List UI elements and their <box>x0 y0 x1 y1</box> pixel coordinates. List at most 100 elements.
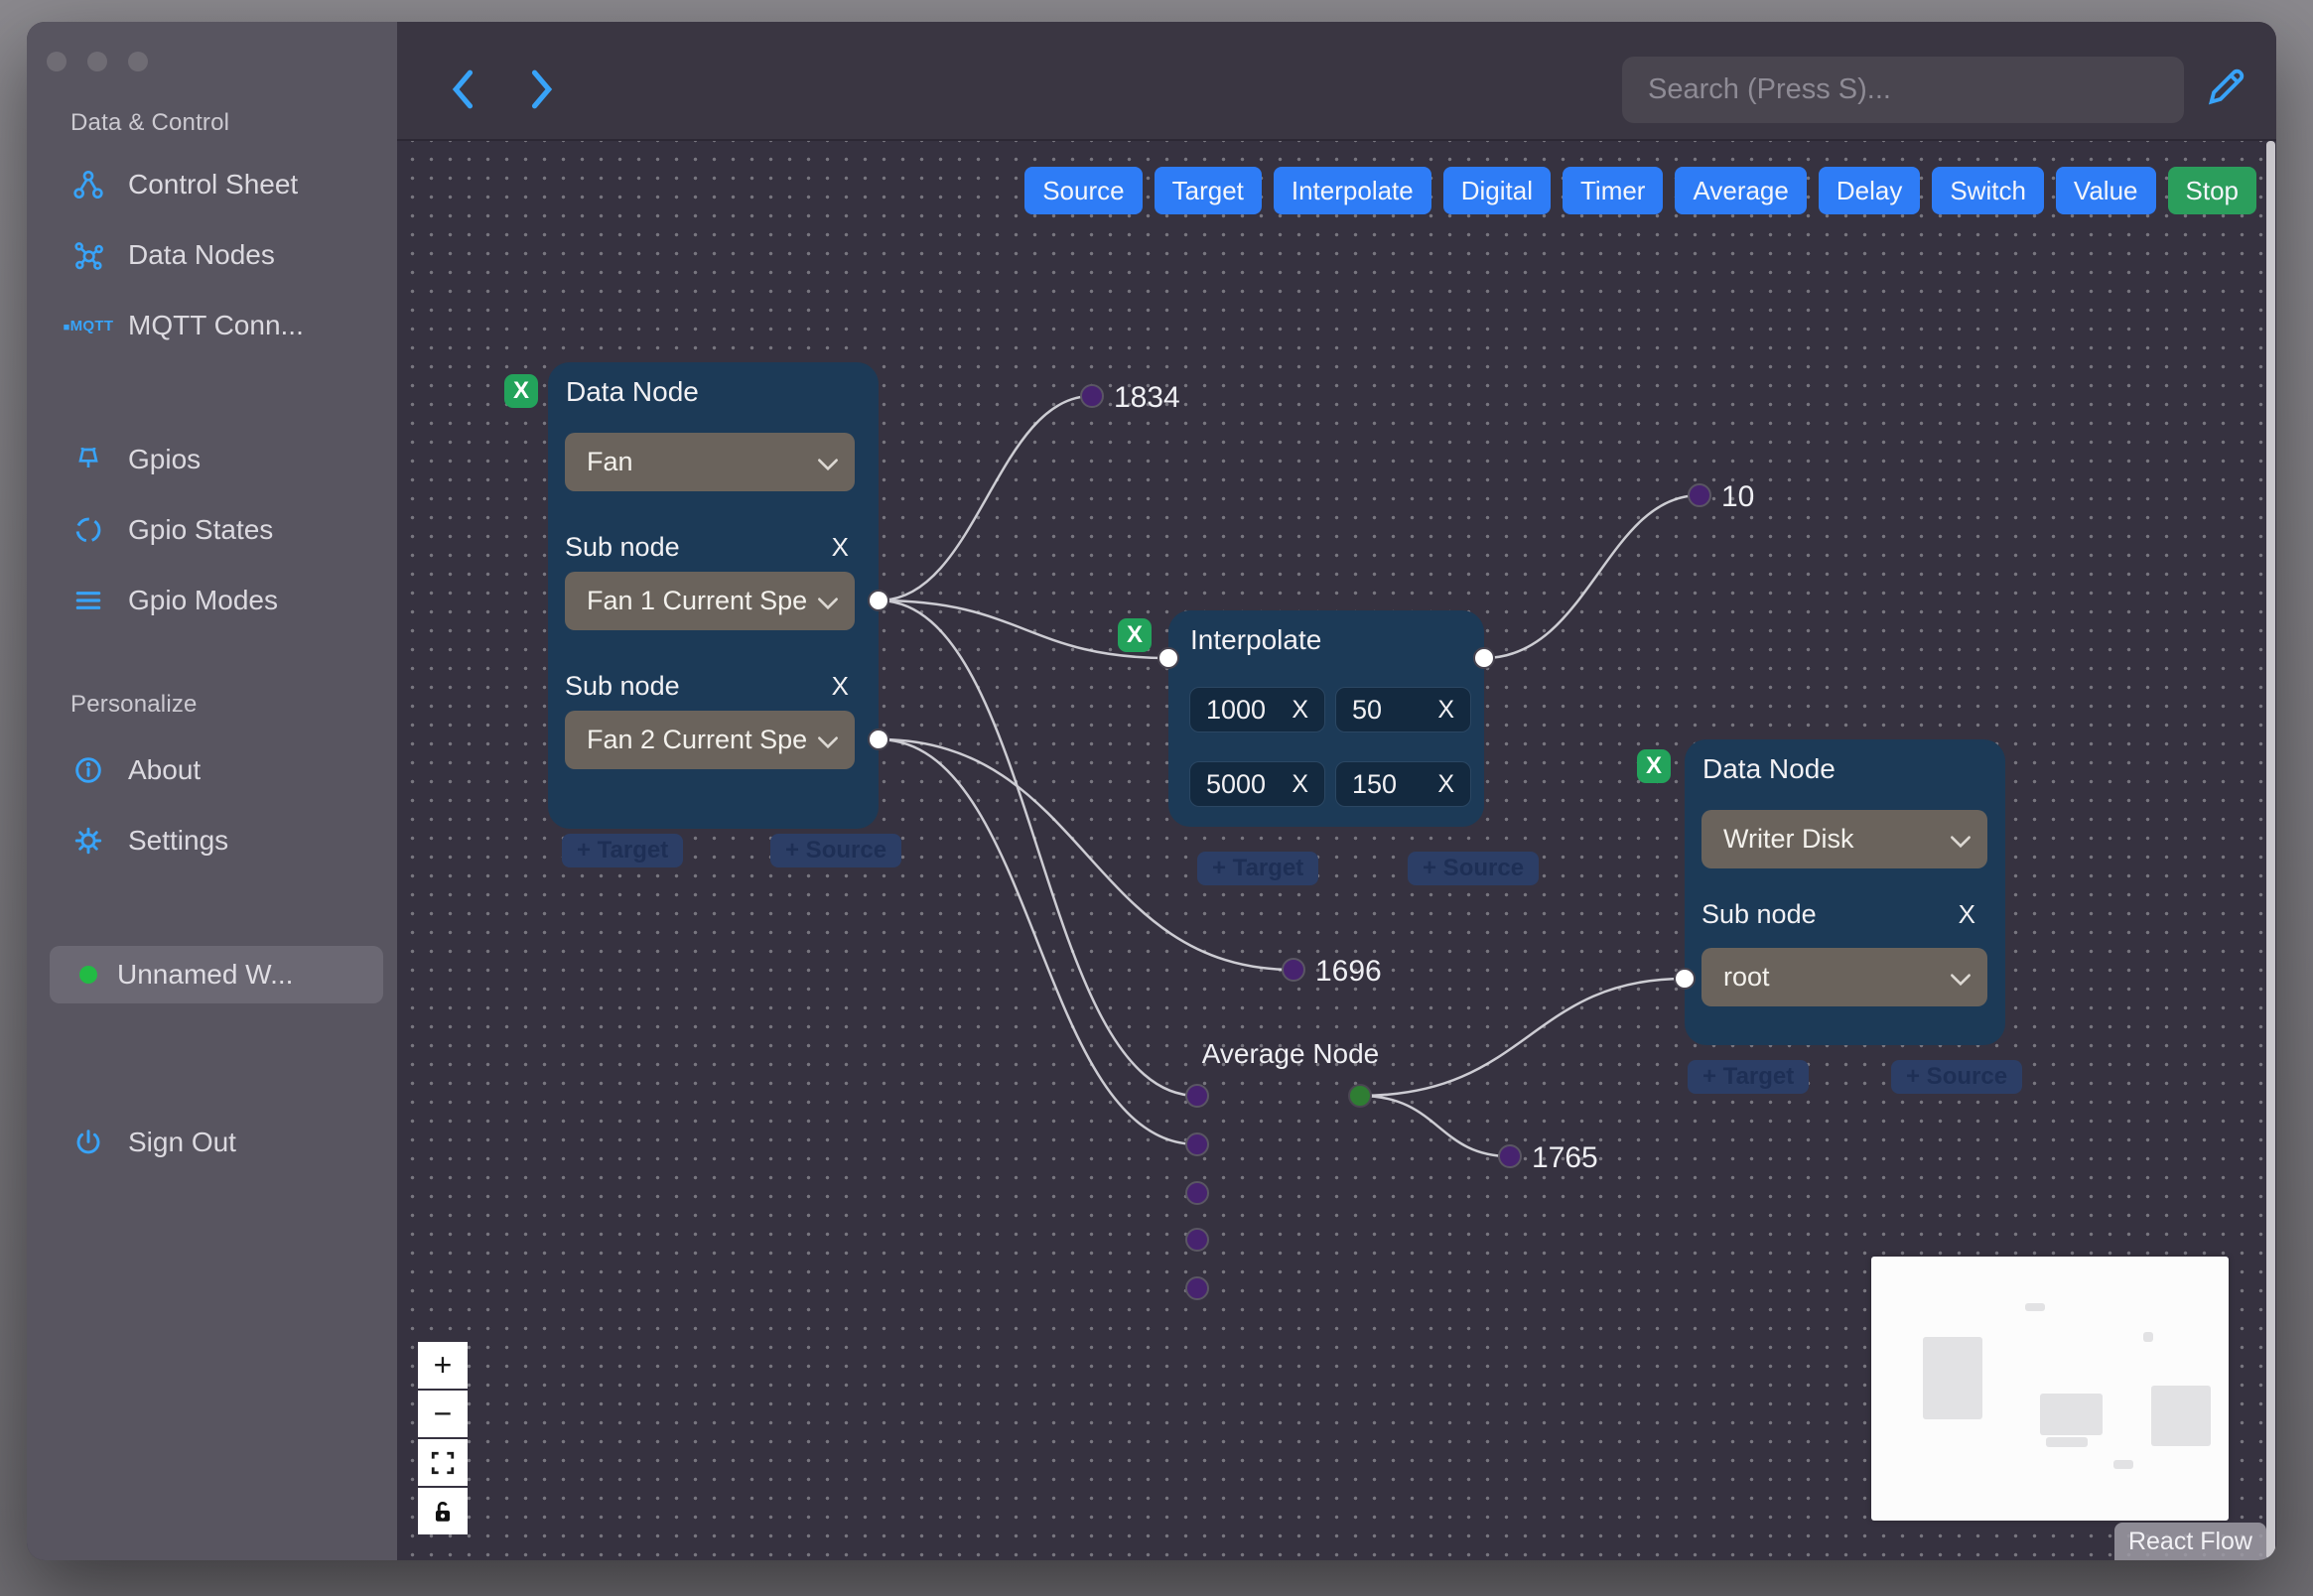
sidebar-item-about[interactable]: About <box>70 748 201 792</box>
node-type-select[interactable]: Writer Disk <box>1701 810 1987 868</box>
subnode-label: Sub node <box>1701 898 1817 929</box>
toolbar-button-delay[interactable]: Delay <box>1818 167 1921 214</box>
toolbar-button-value[interactable]: Value <box>2055 167 2156 214</box>
subnode-select[interactable]: root <box>1701 948 1987 1006</box>
minimap[interactable] <box>1871 1257 2229 1521</box>
interpolate-value[interactable]: 150 X <box>1335 761 1471 807</box>
minimap-node <box>2025 1303 2045 1311</box>
interpolate-value[interactable]: 50 X <box>1335 687 1471 732</box>
fit-view-button[interactable] <box>418 1439 468 1486</box>
delete-node-button[interactable]: X <box>1118 618 1152 652</box>
sidebar-item-gpio-states[interactable]: Gpio States <box>70 508 273 552</box>
sidebar-item-data-nodes[interactable]: Data Nodes <box>70 233 275 277</box>
remove-value-button[interactable]: X <box>1292 770 1308 799</box>
add-source-button[interactable]: + Source <box>1408 852 1540 885</box>
search-input[interactable] <box>1622 57 2184 123</box>
gear-icon <box>70 823 106 859</box>
subnode-select[interactable]: Fan 1 Current Spe <box>565 572 855 630</box>
toolbar-button-switch[interactable]: Switch <box>1932 167 2044 214</box>
average-target-handle[interactable] <box>1185 1276 1209 1300</box>
workspace-status-icon <box>79 966 97 984</box>
data-node-writer[interactable]: Data Node Writer Disk Sub node X root <box>1685 739 2005 1045</box>
data-nodes-icon <box>70 237 106 273</box>
toolbar-button-timer[interactable]: Timer <box>1563 167 1664 214</box>
sidebar-section-heading: Personalize <box>70 691 198 718</box>
toolbar-button-average[interactable]: Average <box>1675 167 1807 214</box>
minimap-node <box>2151 1386 2211 1446</box>
sidebar-item-sign-out[interactable]: Sign Out <box>70 1121 236 1164</box>
minimap-node <box>2143 1332 2153 1342</box>
sidebar-item-control-sheet[interactable]: Control Sheet <box>70 163 298 206</box>
edge-endpoint-dot[interactable] <box>1282 958 1305 982</box>
source-handle[interactable] <box>868 729 889 750</box>
add-target-button[interactable]: + Target <box>1197 852 1319 885</box>
edge-endpoint-dot[interactable] <box>1080 384 1104 408</box>
source-handle[interactable] <box>868 590 889 611</box>
remove-subnode-button[interactable]: X <box>826 671 855 702</box>
zoom-out-button[interactable]: − <box>418 1391 468 1437</box>
subnode-select[interactable]: Fan 2 Current Spe <box>565 711 855 769</box>
average-target-handle[interactable] <box>1185 1132 1209 1156</box>
target-handle[interactable] <box>1157 647 1179 669</box>
remove-subnode-button[interactable]: X <box>1953 899 1981 930</box>
node-toolbar: Source Target Interpolate Digital Timer … <box>1024 167 2256 214</box>
add-target-button[interactable]: + Target <box>562 834 684 867</box>
toolbar-button-stop[interactable]: Stop <box>2167 167 2256 214</box>
sidebar-item-label: About <box>128 754 202 785</box>
edge-endpoint-dot[interactable] <box>1688 483 1711 507</box>
remove-value-button[interactable]: X <box>1437 696 1454 725</box>
toolbar-button-digital[interactable]: Digital <box>1442 167 1551 214</box>
forward-button[interactable] <box>519 66 563 113</box>
sidebar-item-label: Data Nodes <box>128 239 275 270</box>
value-text: 1000 <box>1206 694 1267 725</box>
add-target-button[interactable]: + Target <box>1688 1060 1810 1094</box>
add-source-button[interactable]: + Source <box>770 834 902 867</box>
average-source-handle[interactable] <box>1348 1084 1372 1108</box>
average-target-handle[interactable] <box>1185 1228 1209 1252</box>
interpolate-value[interactable]: 5000 X <box>1189 761 1325 807</box>
sidebar-item-gpios[interactable]: Gpios <box>70 438 201 481</box>
sidebar-item-mqtt[interactable]: ■MQTT MQTT Conn... <box>64 304 304 347</box>
subnode-label: Sub node <box>565 670 680 701</box>
value-text: 5000 <box>1206 768 1267 799</box>
window-maximize-icon[interactable] <box>128 52 148 71</box>
value-text: 50 <box>1352 694 1383 725</box>
back-button[interactable] <box>442 66 485 113</box>
edit-button[interactable] <box>2200 60 2251 115</box>
control-sheet-icon <box>70 167 106 202</box>
node-type-select[interactable]: Fan <box>565 433 855 491</box>
add-source-button[interactable]: + Source <box>1891 1060 2023 1094</box>
edge-endpoint-dot[interactable] <box>1498 1144 1522 1168</box>
lock-button[interactable] <box>418 1488 468 1534</box>
desktop-background: Data & Control Control Sheet Data Nodes … <box>0 0 2313 1596</box>
sidebar-item-settings[interactable]: Settings <box>70 819 228 863</box>
toolbar-button-target[interactable]: Target <box>1154 167 1262 214</box>
source-handle[interactable] <box>1473 647 1495 669</box>
remove-value-button[interactable]: X <box>1437 770 1454 799</box>
average-target-handle[interactable] <box>1185 1084 1209 1108</box>
data-node-fan[interactable]: Data Node Fan Sub node X Fan 1 Current S… <box>548 362 879 829</box>
chevron-right-icon <box>531 69 553 109</box>
scrollbar[interactable] <box>2266 141 2275 1560</box>
sidebar-item-gpio-modes[interactable]: Gpio Modes <box>70 579 278 622</box>
delete-node-button[interactable]: X <box>1637 749 1671 783</box>
toolbar-button-interpolate[interactable]: Interpolate <box>1273 167 1431 214</box>
zoom-in-button[interactable]: + <box>418 1342 468 1389</box>
delete-node-button[interactable]: X <box>504 374 538 408</box>
window-close-icon[interactable] <box>47 52 67 71</box>
sidebar-item-workspace[interactable]: Unnamed W... <box>50 946 383 1003</box>
react-flow-attribution[interactable]: React Flow <box>2113 1523 2266 1560</box>
select-value: Writer Disk <box>1723 824 1854 854</box>
workspace-label: Unnamed W... <box>117 959 294 990</box>
remove-value-button[interactable]: X <box>1292 696 1308 725</box>
select-value: Fan <box>587 447 633 476</box>
interpolate-value[interactable]: 1000 X <box>1189 687 1325 732</box>
window-minimize-icon[interactable] <box>87 52 107 71</box>
toolbar-button-source[interactable]: Source <box>1024 167 1143 214</box>
sidebar-item-label: Gpios <box>128 444 202 474</box>
average-target-handle[interactable] <box>1185 1181 1209 1205</box>
chevron-down-icon <box>817 447 839 477</box>
target-handle[interactable] <box>1674 968 1696 990</box>
remove-subnode-button[interactable]: X <box>826 532 855 563</box>
interpolate-node[interactable]: Interpolate 1000 X 50 X 5000 X 150 X <box>1168 610 1484 827</box>
